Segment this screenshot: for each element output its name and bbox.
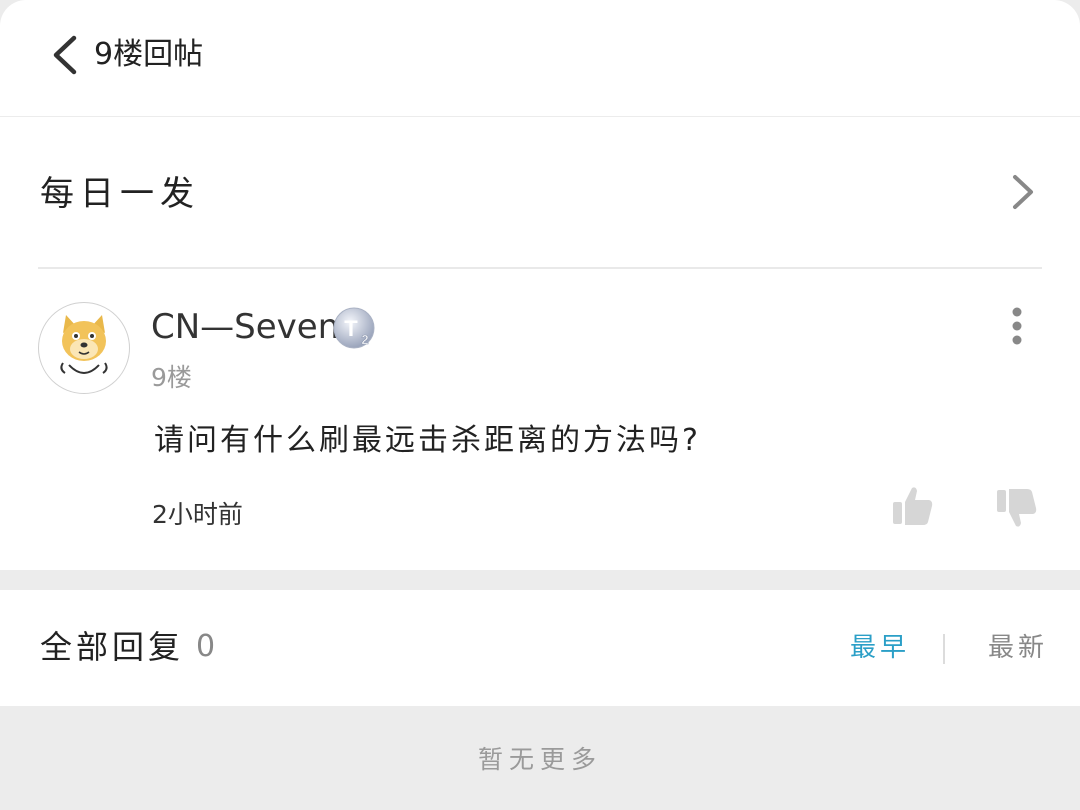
svg-text:T: T	[344, 316, 358, 341]
avatar[interactable]	[38, 302, 130, 394]
no-more-label: 暂无更多	[477, 745, 602, 774]
section-name: 每日一发	[40, 174, 200, 214]
replies-count: 0	[196, 629, 216, 664]
more-vertical-icon	[1012, 307, 1022, 345]
sort-newest-button[interactable]: 最新	[988, 630, 1048, 666]
doge-avatar-icon	[60, 315, 108, 374]
level-badge-icon: T 2	[333, 307, 375, 349]
chevron-right-icon	[1013, 175, 1033, 209]
back-button[interactable]	[44, 32, 88, 78]
username[interactable]: CN—Seven	[151, 304, 339, 350]
divider	[38, 267, 1042, 269]
like-button[interactable]	[890, 484, 936, 528]
dislike-button[interactable]	[994, 488, 1040, 532]
sort-divider	[943, 634, 945, 664]
post-detail-sheet: 9楼回帖 每日一发 CN—Seven T 2 9楼 请问有什么刷最远击杀距离的方…	[0, 0, 1080, 570]
floor-label: 9楼	[151, 363, 192, 392]
post-content: 请问有什么刷最远击杀距离的方法吗?	[154, 423, 701, 458]
replies-title: 全部回复	[40, 628, 185, 666]
post-time: 2小时前	[152, 500, 243, 529]
svg-text:2: 2	[361, 332, 368, 347]
sort-earliest-button[interactable]: 最早	[850, 630, 910, 666]
thumbs-down-icon	[997, 489, 1037, 527]
more-button[interactable]	[1000, 306, 1034, 350]
chevron-left-icon	[53, 35, 77, 75]
header-bar: 9楼回帖	[0, 0, 1080, 117]
section-link[interactable]: 每日一发	[0, 117, 1080, 267]
replies-header: 全部回复 0 最早 最新	[0, 590, 1080, 706]
thumbs-up-icon	[893, 487, 933, 525]
page-title: 9楼回帖	[94, 37, 204, 72]
